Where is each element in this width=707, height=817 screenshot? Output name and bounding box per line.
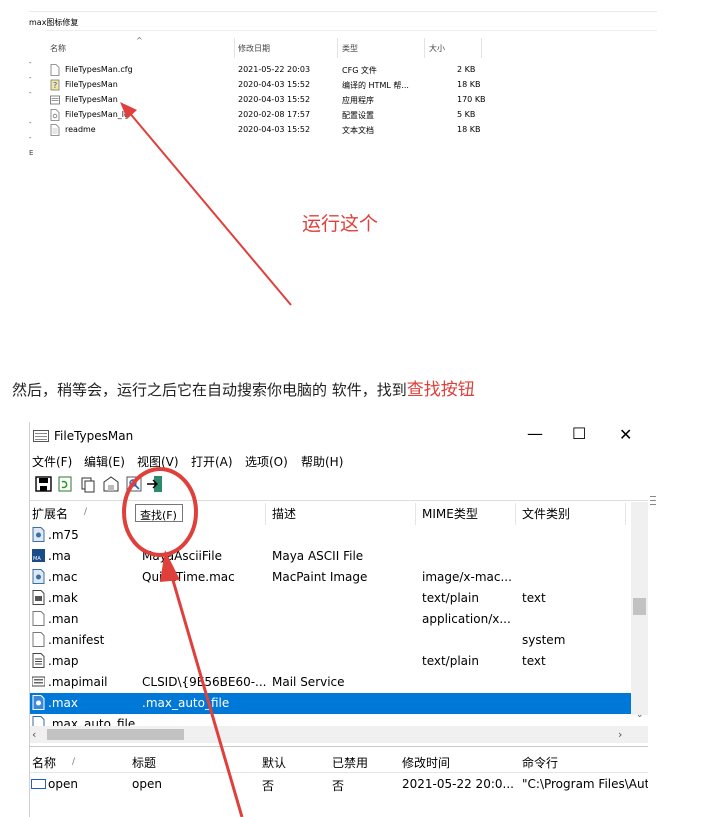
instruction-body: 然后，稍等会，运行之后它在自动搜索你电脑的 软件，找到 <box>12 381 407 399</box>
annotation-run-label: 运行这个 <box>302 213 379 235</box>
annotation-highlight <box>122 467 244 817</box>
instruction-text: 然后，稍等会，运行之后它在自动搜索你电脑的 软件，找到查找按钮 <box>12 375 475 400</box>
instruction-highlight: 查找按钮 <box>406 380 475 400</box>
